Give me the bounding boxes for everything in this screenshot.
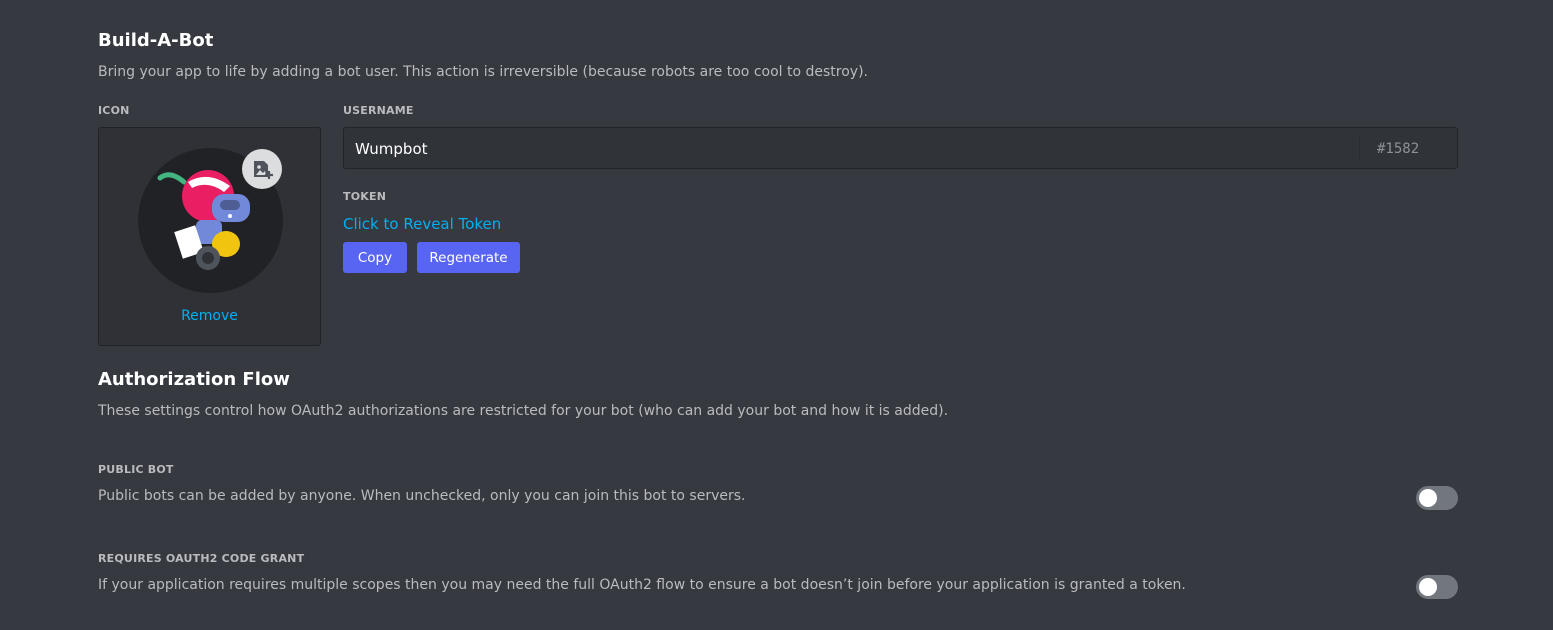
remove-icon-link[interactable]: Remove xyxy=(99,308,320,324)
code-grant-label: REQUIRES OAUTH2 CODE GRANT xyxy=(98,552,305,565)
authorization-flow-title: Authorization Flow xyxy=(98,369,290,390)
username-input[interactable]: Wumpbot #1582 xyxy=(343,127,1458,169)
discriminator-divider xyxy=(1359,134,1360,162)
public-bot-label: PUBLIC BOT xyxy=(98,463,174,476)
discriminator: #1582 xyxy=(1377,141,1420,157)
code-grant-toggle[interactable] xyxy=(1416,575,1458,599)
reveal-token-link[interactable]: Click to Reveal Token xyxy=(343,215,501,233)
username-value[interactable]: Wumpbot xyxy=(355,140,428,158)
copy-token-button[interactable]: Copy xyxy=(343,242,407,273)
image-upload-icon[interactable] xyxy=(242,149,282,189)
build-a-bot-description: Bring your app to life by adding a bot u… xyxy=(98,64,868,80)
build-a-bot-title: Build-A-Bot xyxy=(98,30,214,51)
icon-uploader[interactable]: Remove xyxy=(98,127,321,346)
public-bot-toggle[interactable] xyxy=(1416,486,1458,510)
public-bot-description: Public bots can be added by anyone. When… xyxy=(98,488,746,504)
username-label: USERNAME xyxy=(343,104,414,117)
toggle-knob xyxy=(1419,489,1437,507)
icon-label: ICON xyxy=(98,104,130,117)
token-label: TOKEN xyxy=(343,190,387,203)
code-grant-description: If your application requires multiple sc… xyxy=(98,577,1186,593)
toggle-knob xyxy=(1419,578,1437,596)
authorization-flow-description: These settings control how OAuth2 author… xyxy=(98,403,949,419)
regenerate-token-button[interactable]: Regenerate xyxy=(417,242,520,273)
